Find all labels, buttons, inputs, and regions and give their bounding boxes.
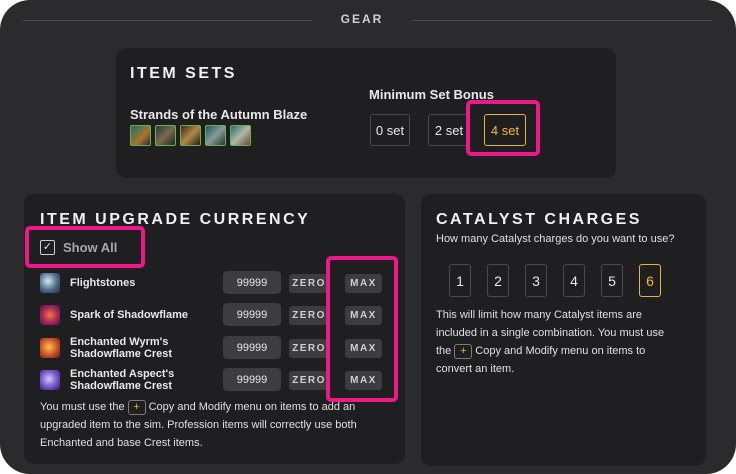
upgrade-note: You must use the + Copy and Modify menu on… <box>40 398 357 452</box>
currency-name: Enchanted Aspect's <box>70 368 175 380</box>
gear-settings-window: GEAR ITEM SETS Strands of the Autumn Bla… <box>0 0 736 474</box>
catalyst-question: How many Catalyst charges do you want to… <box>436 233 675 245</box>
item-sets-panel: ITEM SETS Strands of the Autumn Blaze Mi… <box>116 48 616 178</box>
note-text: You must use the <box>40 401 125 413</box>
set-icons <box>130 125 251 146</box>
catalyst-option-2[interactable]: 2 <box>487 264 509 297</box>
aspect-crest-icon <box>40 370 60 390</box>
set-piece-3-icon <box>180 125 201 146</box>
flightstones-icon <box>40 273 60 293</box>
set-option-2[interactable]: 2 set <box>428 114 470 146</box>
highlight-box <box>466 100 540 156</box>
note-text: upgraded item to the sim. Profession ite… <box>40 419 357 431</box>
currency-amount-input[interactable]: 99999 <box>223 368 281 391</box>
set-piece-4-icon <box>205 125 226 146</box>
currency-amount-input[interactable]: 99999 <box>223 271 281 294</box>
currency-name-line2: Shadowflame Crest <box>70 348 173 360</box>
catalyst-charges-panel: CATALYST CHARGES How many Catalyst charg… <box>421 194 706 466</box>
zero-button[interactable]: ZERO <box>289 371 329 390</box>
note-text: the <box>436 345 452 357</box>
currency-amount-input[interactable]: 99999 <box>223 336 281 359</box>
set-option-0[interactable]: 0 set <box>370 114 410 146</box>
set-name: Strands of the Autumn Blaze <box>130 107 308 122</box>
currency-amount-input[interactable]: 99999 <box>223 303 281 326</box>
zero-button[interactable]: ZERO <box>289 306 329 325</box>
divider <box>412 20 712 21</box>
set-piece-2-icon <box>155 125 176 146</box>
highlight-box <box>326 256 398 402</box>
note-text: Enchanted and base Crest items. <box>40 437 203 449</box>
gear-title: GEAR <box>340 12 384 26</box>
set-piece-5-icon <box>230 125 251 146</box>
catalyst-option-3[interactable]: 3 <box>525 264 547 297</box>
note-text: included in a single combination. You mu… <box>436 327 665 339</box>
plus-icon: + <box>127 399 146 415</box>
note-text: Copy and Modify menu on items to <box>475 345 646 357</box>
catalyst-note: This will limit how many Catalyst items … <box>436 306 664 378</box>
item-sets-title: ITEM SETS <box>130 65 237 82</box>
catalyst-option-6[interactable]: 6 <box>639 264 661 297</box>
zero-button[interactable]: ZERO <box>289 274 329 293</box>
divider <box>22 20 312 21</box>
currency-name: Enchanted Wyrm's <box>70 336 169 348</box>
zero-button[interactable]: ZERO <box>289 339 329 358</box>
catalyst-option-5[interactable]: 5 <box>601 264 623 297</box>
wyrm-crest-icon <box>40 338 60 358</box>
catalyst-title: CATALYST CHARGES <box>436 211 642 228</box>
currency-name: Spark of Shadowflame <box>70 309 188 321</box>
catalyst-option-4[interactable]: 4 <box>563 264 585 297</box>
note-text: This will limit how many Catalyst items … <box>436 309 642 321</box>
note-text: Copy and Modify menu on items to add an <box>148 401 356 413</box>
note-text: convert an item. <box>436 363 515 375</box>
plus-icon: + <box>454 343 473 359</box>
spark-of-shadowflame-icon <box>40 305 60 325</box>
set-piece-1-icon <box>130 125 151 146</box>
currency-name-line2: Shadowflame Crest <box>70 380 173 392</box>
catalyst-option-1[interactable]: 1 <box>449 264 471 297</box>
highlight-box <box>25 226 145 268</box>
currency-name: Flightstones <box>70 277 136 289</box>
